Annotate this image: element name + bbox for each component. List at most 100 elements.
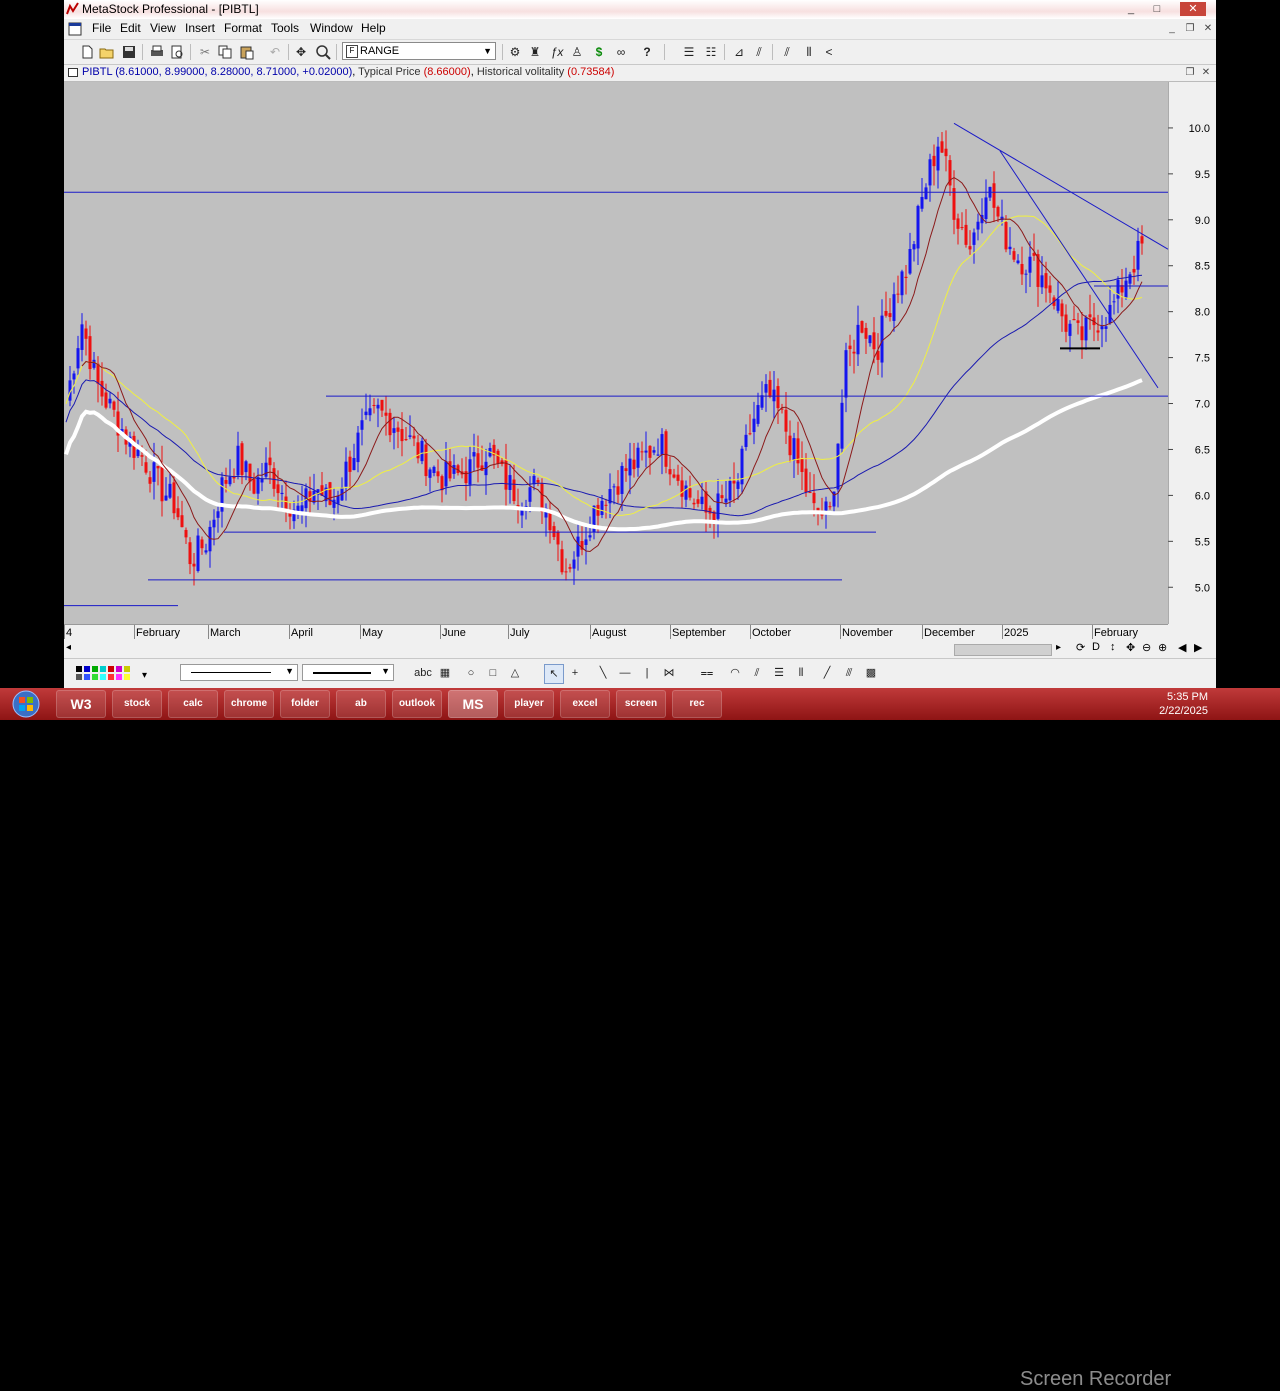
trendline-icon[interactable]: ⊿ [730, 43, 748, 61]
taskbar-app-explorer[interactable]: folder [280, 690, 330, 718]
scroll-left-icon[interactable]: ◂ [66, 642, 71, 653]
format-icon[interactable]: ☰ [680, 43, 698, 61]
toolbar-separator [142, 44, 143, 60]
line-weight-select[interactable]: ▼ [302, 664, 394, 681]
candle-body [384, 412, 388, 416]
taskbar-app-metastock[interactable]: MS [448, 690, 498, 718]
chart-canvas[interactable] [64, 82, 1169, 624]
zoom-in-icon[interactable]: ⊕ [1158, 641, 1167, 654]
open-icon[interactable] [98, 43, 116, 61]
menu-file[interactable]: File [90, 21, 113, 35]
chart-close-button[interactable]: ✕ [1198, 65, 1214, 80]
undo-icon[interactable]: ↶ [266, 43, 284, 61]
help-icon[interactable]: ? [638, 43, 656, 61]
document-icon[interactable] [68, 22, 82, 36]
taskbar-app-outlook[interactable]: outlook [392, 690, 442, 718]
grid-icon[interactable]: ▦ [436, 664, 454, 682]
move-icon[interactable]: ✥ [1126, 641, 1135, 654]
x-tick-label: June [442, 627, 466, 639]
cycle-icon[interactable]: ⋈ [660, 664, 678, 682]
print-preview-icon[interactable] [168, 43, 186, 61]
maximize-button[interactable]: □ [1148, 2, 1166, 16]
refresh-icon[interactable]: ⟳ [1076, 641, 1085, 654]
zoom-out-icon[interactable]: ⊖ [1142, 641, 1151, 654]
mdi-minimize-button[interactable]: _ [1164, 21, 1180, 36]
candle-body [660, 434, 664, 455]
taskbar-app-calculator[interactable]: calc [168, 690, 218, 718]
line-style-select[interactable]: ▼ [180, 664, 298, 681]
palette-icon[interactable]: ▾ [74, 664, 154, 682]
cut-icon[interactable]: ✂ [196, 43, 214, 61]
bars-tool-icon[interactable]: ⦀ [792, 664, 810, 682]
fibonacci-icon[interactable]: ⩵ [698, 664, 716, 682]
copy-icon[interactable] [216, 43, 234, 61]
mdi-close-button[interactable]: ✕ [1200, 21, 1216, 36]
pan-icon[interactable]: ✥ [292, 43, 310, 61]
mdi-restore-button[interactable]: ❐ [1182, 21, 1198, 36]
menu-format[interactable]: Format [222, 21, 264, 35]
grid-tool-icon[interactable]: ▩ [862, 664, 880, 682]
chart-checkbox[interactable] [68, 68, 78, 77]
print-icon[interactable] [148, 43, 166, 61]
close-button[interactable]: ✕ [1180, 2, 1206, 16]
explorer-icon[interactable]: ⚙ [506, 43, 524, 61]
regression-icon[interactable]: ☰ [770, 664, 788, 682]
x-tick-label: October [752, 627, 792, 639]
speedline-icon[interactable]: ◠ [726, 664, 744, 682]
horizontal-scrollbar[interactable] [954, 644, 1052, 656]
menu-edit[interactable]: Edit [118, 21, 143, 35]
menu-help[interactable]: Help [359, 21, 388, 35]
indicator-icon[interactable]: ƒx [548, 43, 566, 61]
minimize-button[interactable]: _ [1122, 2, 1140, 16]
chart-style-combo[interactable]: F RANGE ▼ [342, 42, 496, 60]
chart-restore-button[interactable]: ❐ [1182, 65, 1198, 80]
menu-insert[interactable]: Insert [183, 21, 217, 35]
price-chart[interactable] [64, 82, 1169, 624]
taskbar-app-stock[interactable]: stock [112, 690, 162, 718]
builder-icon[interactable]: ♙ [568, 43, 586, 61]
crosshair-icon[interactable]: + [566, 664, 584, 682]
binoculars-icon[interactable]: ∞ [612, 43, 630, 61]
zoom-icon[interactable] [314, 43, 332, 61]
page-right-icon[interactable]: ▶ [1194, 641, 1202, 654]
taskbar-app-player[interactable]: player [504, 690, 554, 718]
data-icon[interactable]: D [1092, 641, 1100, 653]
line-tool-icon[interactable]: ╲ [594, 664, 612, 682]
menu-view[interactable]: View [148, 21, 178, 35]
expert-icon[interactable]: ♜ [526, 43, 544, 61]
vertical-line-icon[interactable]: | [638, 664, 656, 682]
system-clock[interactable]: 5:35 PM 2/22/2025 [1159, 690, 1208, 718]
bars-icon[interactable]: ⦀ [800, 43, 818, 61]
taskbar-app-excel[interactable]: excel [560, 690, 610, 718]
taskbar-app-recorder[interactable]: rec [672, 690, 722, 718]
menu-window[interactable]: Window [308, 21, 355, 35]
triangle-icon[interactable]: △ [506, 664, 524, 682]
trendline-tool-icon[interactable]: ╱ [818, 664, 836, 682]
ellipse-icon[interactable]: ○ [462, 664, 480, 682]
taskbar-app-ab[interactable]: ab [336, 690, 386, 718]
taskbar-app-screen[interactable]: screen [616, 690, 666, 718]
page-left-icon[interactable]: ◀ [1178, 641, 1186, 654]
gann-icon[interactable]: ⫽ [748, 664, 766, 682]
text-tool-icon[interactable]: abc [414, 664, 432, 682]
save-icon[interactable] [120, 43, 138, 61]
vertical-move-icon[interactable]: ↕ [1110, 641, 1116, 653]
start-button[interactable] [4, 689, 48, 719]
taskbar-app-w3[interactable]: W3 [56, 690, 106, 718]
horizontal-line-icon[interactable]: — [616, 664, 634, 682]
pitchfork-icon[interactable]: ⫻ [840, 664, 858, 682]
taskbar-app-chrome[interactable]: chrome [224, 690, 274, 718]
paste-icon[interactable] [238, 43, 256, 61]
properties-icon[interactable]: ☷ [702, 43, 720, 61]
scroll-right-icon[interactable]: ▸ [1056, 642, 1061, 653]
channel-icon[interactable]: ⫽ [778, 43, 796, 61]
new-icon[interactable] [78, 43, 96, 61]
candle-body [280, 492, 284, 495]
x-tick-label: April [291, 627, 314, 639]
fan-icon[interactable]: ⫽ [750, 43, 768, 61]
arc-icon[interactable]: < [820, 43, 838, 61]
rectangle-icon[interactable]: □ [484, 664, 502, 682]
dollar-icon[interactable]: $ [590, 43, 608, 61]
menu-tools[interactable]: Tools [269, 21, 301, 35]
pointer-icon[interactable]: ↖ [544, 664, 564, 684]
